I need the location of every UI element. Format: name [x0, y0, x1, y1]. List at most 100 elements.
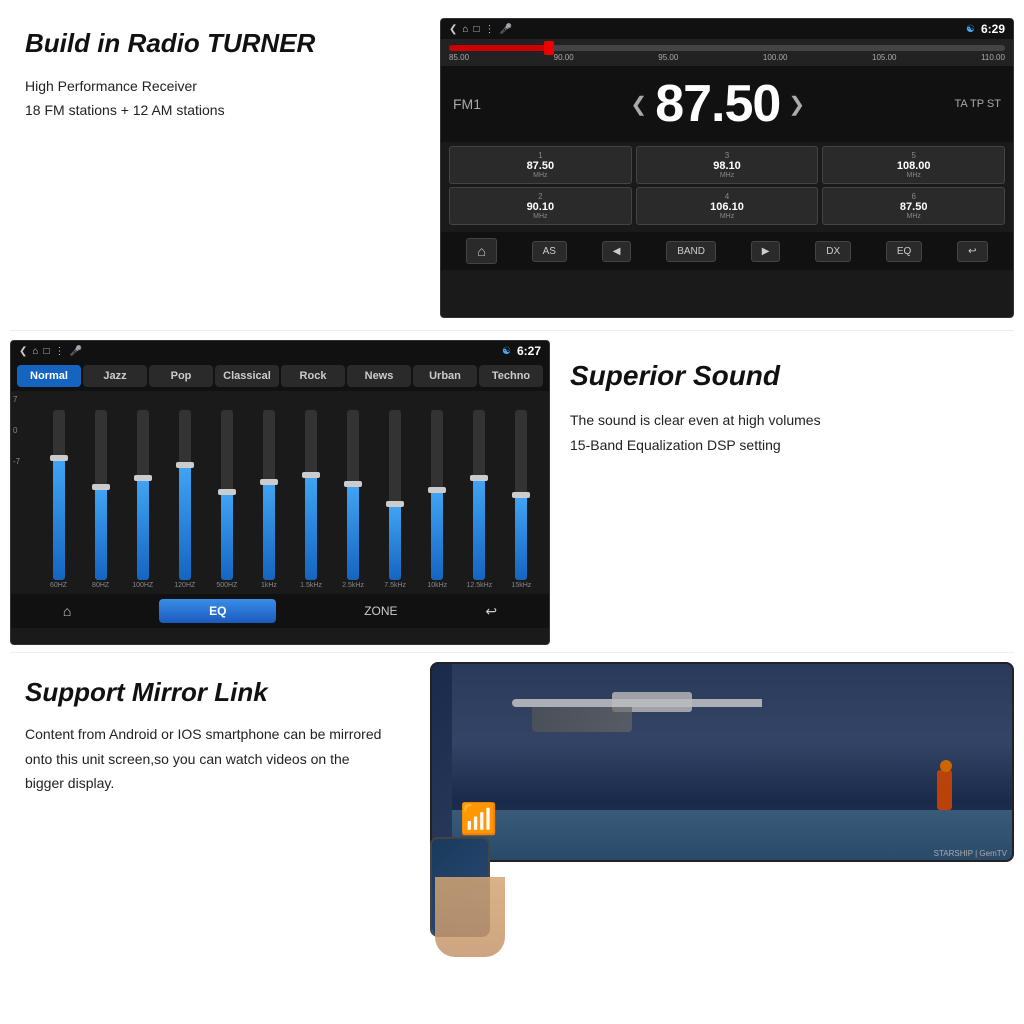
eq-bar-col-10[interactable] — [460, 395, 499, 580]
zone-button[interactable]: ZONE — [364, 604, 397, 618]
mic-icon[interactable]: 🎤 — [499, 24, 511, 35]
preset-1[interactable]: 1 87.50 MHz — [449, 146, 632, 184]
seek-labels: 85.00 90.00 95.00 100.00 105.00 110.00 — [449, 53, 1005, 62]
eq-slider-thumb-3[interactable] — [176, 462, 194, 468]
eq-bar-col-8[interactable] — [376, 395, 415, 580]
radio-as-button[interactable]: AS — [532, 241, 567, 262]
back-icon[interactable]: ❮ — [449, 24, 457, 35]
eq-preset-jazz[interactable]: Jazz — [83, 365, 147, 387]
eq-status-bar: ❮ ⌂ □ ⋮ 🎤 ☯ 6:27 — [11, 341, 549, 361]
eq-time: 6:27 — [517, 344, 541, 358]
eq-slider-fill-8 — [389, 504, 401, 581]
eq-slider-thumb-10[interactable] — [470, 475, 488, 481]
eq-slider-thumb-11[interactable] — [512, 492, 530, 498]
seek-label-1: 90.00 — [554, 53, 574, 62]
eq-freq-label-4: 500HZ — [207, 582, 246, 589]
eq-bar-col-2[interactable] — [123, 395, 162, 580]
eq-slider-thumb-1[interactable] — [92, 484, 110, 490]
preset-5[interactable]: 5 108.00 MHz — [822, 146, 1005, 184]
seek-label-5: 110.00 — [981, 53, 1005, 62]
eq-slider-fill-4 — [221, 492, 233, 580]
eq-more-icon[interactable]: ⋮ — [54, 346, 64, 357]
eq-slider-thumb-0[interactable] — [50, 455, 68, 461]
eq-preset-pop[interactable]: Pop — [149, 365, 213, 387]
radio-frequency: 87.50 — [655, 74, 780, 134]
hand-illustration — [435, 877, 505, 957]
radio-next-button[interactable]: ▶ — [751, 241, 781, 262]
eq-bar-col-3[interactable] — [165, 395, 204, 580]
eq-bar-col-1[interactable] — [81, 395, 120, 580]
radio-home-button[interactable]: ⌂ — [466, 238, 496, 264]
car-unit-inner: 6:31 STARSHIP | GemTV — [432, 664, 1012, 860]
radio-time: 6:29 — [981, 22, 1005, 36]
eq-bar-col-0[interactable] — [39, 395, 78, 580]
eq-preset-normal[interactable]: Normal — [17, 365, 81, 387]
eq-bar-col-6[interactable] — [291, 395, 330, 580]
eq-bar-col-7[interactable] — [334, 395, 373, 580]
wifi-icon: 📶 — [460, 802, 497, 837]
eq-home-icon[interactable]: ⌂ — [32, 346, 38, 357]
radio-preset-row-2: 2 90.10 MHz 4 106.10 MHz 6 87.50 MHz — [449, 187, 1005, 225]
eq-slider-fill-6 — [305, 475, 317, 580]
eq-bar-col-9[interactable] — [418, 395, 457, 580]
eq-square-icon[interactable]: □ — [43, 346, 49, 357]
radio-seek-bar[interactable]: 85.00 90.00 95.00 100.00 105.00 110.00 — [441, 39, 1013, 66]
seek-fill — [449, 45, 549, 51]
eq-preset-techno[interactable]: Techno — [479, 365, 543, 387]
preset-2[interactable]: 2 90.10 MHz — [449, 187, 632, 225]
radio-desc-line1: High Performance Receiver — [25, 75, 415, 99]
eq-body: 7 0 -7 60HZ80HZ100HZ120HZ500HZ1kHz1.5kHz… — [11, 391, 549, 591]
radio-eq-button[interactable]: EQ — [886, 241, 922, 262]
eq-button[interactable]: EQ — [159, 599, 276, 623]
preset-4[interactable]: 4 106.10 MHz — [636, 187, 819, 225]
square-icon[interactable]: □ — [473, 24, 479, 35]
eq-bar-col-4[interactable] — [207, 395, 246, 580]
car-unit: 6:31 STARSHIP | GemTV — [430, 662, 1014, 862]
eq-back-icon[interactable]: ❮ — [19, 346, 27, 357]
preset-3[interactable]: 3 98.10 MHz — [636, 146, 819, 184]
eq-bars-container — [19, 395, 541, 580]
preset-6[interactable]: 6 87.50 MHz — [822, 187, 1005, 225]
eq-bottom-back-button[interactable]: ↩ — [485, 603, 497, 620]
radio-preset-row-1: 1 87.50 MHz 3 98.10 MHz 5 108.00 MHz — [449, 146, 1005, 184]
superior-sound-text-block: Superior Sound The sound is clear even a… — [560, 340, 1014, 645]
eq-section: ❮ ⌂ □ ⋮ 🎤 ☯ 6:27 Normal Jazz Pop Classic… — [0, 335, 1024, 650]
freq-next-arrow[interactable]: ❯ — [788, 92, 805, 117]
seek-label-4: 105.00 — [872, 53, 896, 62]
eq-bar-col-11[interactable] — [502, 395, 541, 580]
radio-dx-button[interactable]: DX — [815, 241, 851, 262]
mirror-section: Support Mirror Link Content from Android… — [0, 657, 1024, 962]
more-icon[interactable]: ⋮ — [484, 24, 494, 35]
eq-slider-thumb-8[interactable] — [386, 501, 404, 507]
mirror-description: Content from Android or IOS smartphone c… — [25, 722, 385, 796]
freq-prev-arrow[interactable]: ❮ — [630, 92, 647, 117]
eq-slider-track-3 — [179, 410, 191, 580]
eq-preset-rock[interactable]: Rock — [281, 365, 345, 387]
seek-label-3: 100.00 — [763, 53, 787, 62]
eq-preset-news[interactable]: News — [347, 365, 411, 387]
radio-freq-nav: ❮ 87.50 ❯ — [630, 74, 805, 134]
eq-slider-track-8 — [389, 410, 401, 580]
eq-preset-urban[interactable]: Urban — [413, 365, 477, 387]
eq-preset-classical[interactable]: Classical — [215, 365, 279, 387]
eq-freq-label-6: 1.5kHz — [291, 582, 330, 589]
eq-slider-track-4 — [221, 410, 233, 580]
superior-sound-desc-1: The sound is clear even at high volumes — [570, 408, 1004, 433]
eq-slider-thumb-7[interactable] — [344, 481, 362, 487]
home-icon[interactable]: ⌂ — [462, 24, 468, 35]
radio-back-button[interactable]: ↩ — [957, 241, 987, 262]
eq-home-button[interactable]: ⌂ — [63, 603, 71, 619]
radio-prev-button[interactable]: ◀ — [602, 241, 632, 262]
eq-slider-fill-3 — [179, 464, 191, 580]
eq-bar-col-5[interactable] — [249, 395, 288, 580]
radio-band-button[interactable]: BAND — [666, 241, 716, 262]
eq-slider-thumb-5[interactable] — [260, 479, 278, 485]
eq-slider-thumb-4[interactable] — [218, 489, 236, 495]
seek-thumb — [544, 41, 554, 55]
eq-mic-icon[interactable]: 🎤 — [69, 346, 81, 357]
eq-freq-labels: 60HZ80HZ100HZ120HZ500HZ1kHz1.5kHz2.5kHz7… — [19, 580, 541, 589]
eq-slider-thumb-6[interactable] — [302, 472, 320, 478]
eq-slider-thumb-9[interactable] — [428, 487, 446, 493]
divider-1 — [10, 330, 1014, 331]
eq-slider-thumb-2[interactable] — [134, 475, 152, 481]
